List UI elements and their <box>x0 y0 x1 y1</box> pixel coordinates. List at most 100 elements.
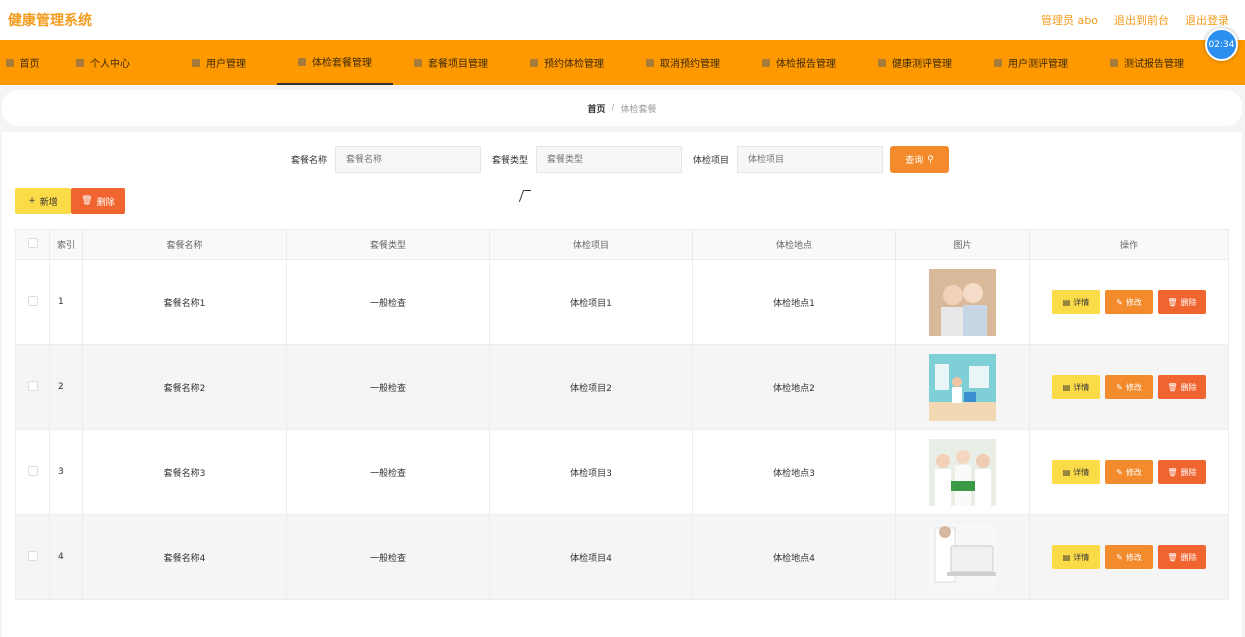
breadcrumb-home[interactable]: 首页 <box>587 102 605 115</box>
nav-item-label: 首页 <box>19 59 40 70</box>
cell-index: 3 <box>49 429 83 515</box>
package-image <box>929 438 996 506</box>
nav-item-label: 体检套餐管理 <box>312 58 372 69</box>
edit-icon: ✎ <box>1116 467 1123 477</box>
package-image <box>929 268 996 336</box>
detail-button[interactable]: ▤ 详情 <box>1052 545 1100 569</box>
nav-item-label: 取消预约管理 <box>660 59 720 70</box>
row-select-cell <box>15 259 50 345</box>
cell-image <box>895 514 1030 600</box>
delete-label: 删除 <box>1180 297 1197 307</box>
col-place: 体检地点 <box>692 229 896 260</box>
row-checkbox[interactable] <box>27 465 38 476</box>
select-all-cell <box>15 229 50 260</box>
edit-button[interactable]: ✎ 修改 <box>1105 460 1153 484</box>
item-input[interactable] <box>737 146 884 173</box>
trash-icon: 🗑 <box>1167 467 1178 477</box>
edit-button[interactable]: ✎ 修改 <box>1105 545 1153 569</box>
cell-name: 套餐名称3 <box>82 429 287 515</box>
users-icon <box>192 58 200 67</box>
search-button[interactable]: 查询 ⚲ <box>890 146 950 173</box>
row-checkbox[interactable] <box>27 380 38 391</box>
nav-item-label: 预约体检管理 <box>544 59 604 70</box>
detail-label: 详情 <box>1073 552 1090 562</box>
delete-label: 删除 <box>1180 552 1197 562</box>
edit-icon: ✎ <box>1116 552 1123 562</box>
front-link[interactable]: 退出到前台 <box>1114 12 1169 28</box>
type-label: 套餐类型 <box>492 156 529 166</box>
nav-item-1[interactable]: 个人中心 <box>45 40 161 85</box>
row-actions: ▤ 详情 ✎ 修改 🗑 删除 <box>1030 460 1228 484</box>
detail-button[interactable]: ▤ 详情 <box>1052 290 1100 314</box>
edit-label: 修改 <box>1125 382 1142 392</box>
package-image <box>929 523 996 591</box>
search-button-label: 查询 <box>905 155 924 165</box>
detail-button[interactable]: ▤ 详情 <box>1052 460 1100 484</box>
nav-item-5[interactable]: 预约体检管理 <box>509 40 625 85</box>
edit-label: 修改 <box>1125 552 1142 562</box>
bulk-delete-button[interactable]: 🗑 删除 <box>71 188 125 214</box>
report-icon <box>762 58 770 67</box>
name-label: 套餐名称 <box>291 156 328 166</box>
row-checkbox[interactable] <box>27 550 38 561</box>
nav-item-10[interactable]: 测试报告管理 <box>1089 40 1205 85</box>
delete-button[interactable]: 🗑 删除 <box>1158 375 1206 399</box>
user-icon <box>76 58 84 67</box>
home-icon <box>5 58 14 67</box>
edit-button[interactable]: ✎ 修改 <box>1105 375 1153 399</box>
table-row: 4 套餐名称4 一般检查 体检项目4 体检地点4 ▤ 详情 ✎ 修改 🗑 删除 <box>15 514 1229 600</box>
breadcrumb-separator: / <box>611 103 615 113</box>
app-title: 健康管理系统 <box>8 13 92 29</box>
nav-item-0[interactable]: 首页 <box>0 40 45 85</box>
nav-item-3[interactable]: 体检套餐管理 <box>277 40 393 85</box>
breadcrumb: 首页 / 体检套餐 <box>2 90 1242 126</box>
chat-icon <box>646 58 654 67</box>
cell-place: 体检地点2 <box>692 344 896 430</box>
breadcrumb-current: 体检套餐 <box>620 104 657 115</box>
delete-button[interactable]: 🗑 删除 <box>1158 545 1206 569</box>
doc-icon <box>994 58 1002 67</box>
row-actions: ▤ 详情 ✎ 修改 🗑 删除 <box>1030 375 1228 399</box>
row-checkbox[interactable] <box>27 295 38 306</box>
trash-icon: 🗑 <box>81 196 93 206</box>
detail-label: 详情 <box>1073 467 1090 477</box>
cell-index: 4 <box>49 514 83 600</box>
add-button[interactable]: + 新增 <box>15 188 71 214</box>
bulk-delete-label: 删除 <box>96 197 115 208</box>
cell-ops: ▤ 详情 ✎ 修改 🗑 删除 <box>1029 259 1229 345</box>
col-ops: 操作 <box>1029 229 1229 260</box>
nav-item-7[interactable]: 体检报告管理 <box>741 40 857 85</box>
search-icon: ⚲ <box>927 154 934 164</box>
cell-place: 体检地点4 <box>692 514 896 600</box>
col-type: 套餐类型 <box>286 229 490 260</box>
detail-icon: ▤ <box>1062 467 1071 477</box>
edit-icon: ✎ <box>1116 297 1123 307</box>
edit-icon: ✎ <box>1116 382 1123 392</box>
type-input[interactable] <box>536 146 683 173</box>
detail-label: 详情 <box>1073 382 1090 392</box>
edit-button[interactable]: ✎ 修改 <box>1105 290 1153 314</box>
nav-item-9[interactable]: 用户测评管理 <box>973 40 1089 85</box>
nav-item-label: 用户测评管理 <box>1008 59 1068 70</box>
nav-item-8[interactable]: 健康测评管理 <box>857 40 973 85</box>
select-all-checkbox[interactable] <box>27 238 38 248</box>
detail-label: 详情 <box>1073 297 1090 307</box>
trash-icon: 🗑 <box>1167 297 1178 307</box>
nav-item-label: 个人中心 <box>90 59 130 70</box>
delete-button[interactable]: 🗑 删除 <box>1158 290 1206 314</box>
table-row: 3 套餐名称3 一般检查 体检项目3 体检地点3 ▤ 详情 ✎ 修改 🗑 删除 <box>15 429 1229 515</box>
trash-icon: 🗑 <box>1167 382 1178 392</box>
nav-item-4[interactable]: 套餐项目管理 <box>393 40 509 85</box>
cell-name: 套餐名称4 <box>82 514 287 600</box>
admin-link[interactable]: 管理员 abo <box>1041 12 1098 28</box>
package-icon <box>298 57 306 66</box>
package-table: 索引 套餐名称 套餐类型 体检项目 体检地点 图片 操作 1 套餐名称1 一般检查体… <box>15 229 1229 600</box>
delete-button[interactable]: 🗑 删除 <box>1158 460 1206 484</box>
cell-image <box>895 344 1030 430</box>
cell-type: 一般检查 <box>286 514 490 600</box>
name-input[interactable] <box>335 146 482 173</box>
logout-link[interactable]: 退出登录 <box>1185 12 1229 28</box>
detail-button[interactable]: ▤ 详情 <box>1052 375 1100 399</box>
nav-item-6[interactable]: 取消预约管理 <box>625 40 741 85</box>
nav-item-2[interactable]: 用户管理 <box>161 40 277 85</box>
